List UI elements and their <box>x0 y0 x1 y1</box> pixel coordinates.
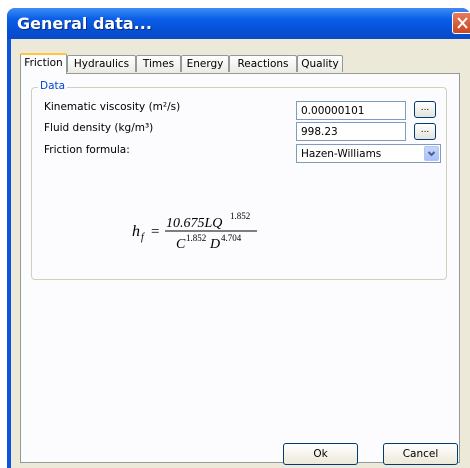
dialog-window: General data... Friction Hydraulics Time… <box>7 8 470 468</box>
data-group: Data Kinematic viscosity (m²/s) 0.000001… <box>31 80 447 280</box>
tab-hydraulics[interactable]: Hydraulics <box>67 55 136 72</box>
friction-formula-label: Friction formula: <box>44 144 130 156</box>
tab-quality[interactable]: Quality <box>297 55 343 72</box>
data-group-label: Data <box>38 80 68 92</box>
dropdown-arrow-button[interactable] <box>424 146 439 161</box>
friction-formula-select[interactable]: Hazen-Williams <box>296 144 441 163</box>
cancel-button[interactable]: Cancel <box>383 443 458 465</box>
formula-numerator-exponent: 1.852 <box>230 211 250 221</box>
tab-friction[interactable]: Friction <box>20 53 67 74</box>
tab-energy[interactable]: Energy <box>181 55 229 72</box>
formula-denominator-c-exponent: 1.852 <box>186 233 206 243</box>
friction-formula-value: Hazen-Williams <box>301 148 382 160</box>
fluid-density-browse-button[interactable]: ... <box>414 123 436 140</box>
kinematic-viscosity-browse-button[interactable]: ... <box>414 101 436 118</box>
formula-equals: = <box>151 224 159 240</box>
hazen-williams-formula: h f = 10.675LQ 1.852 C 1.852 D 4.704 <box>132 211 257 252</box>
kinematic-viscosity-label: Kinematic viscosity (m²/s) <box>44 101 181 113</box>
formula-numerator: 10.675LQ <box>166 216 222 231</box>
fluid-density-label: Fluid density (kg/m³) <box>44 122 154 134</box>
kinematic-viscosity-field[interactable]: 0.00000101 <box>296 101 406 120</box>
formula-denominator-d: D <box>209 237 220 252</box>
formula-denominator-c: C <box>176 237 186 252</box>
chevron-down-icon <box>427 151 436 157</box>
close-button[interactable] <box>452 12 470 34</box>
tab-reactions[interactable]: Reactions <box>229 55 297 72</box>
close-icon <box>457 17 468 29</box>
friction-panel: Data Kinematic viscosity (m²/s) 0.000001… <box>20 73 460 463</box>
tab-times[interactable]: Times <box>136 55 181 72</box>
window-title: General data... <box>17 14 152 33</box>
formula-lhs-sub: f <box>141 232 145 243</box>
ok-button[interactable]: Ok <box>283 443 358 465</box>
formula-lhs: h <box>132 223 140 240</box>
fluid-density-field[interactable]: 998.23 <box>296 122 406 141</box>
title-bar[interactable]: General data... <box>7 8 470 39</box>
formula-denominator-d-exponent: 4.704 <box>221 233 242 243</box>
dialog-client-area: Friction Hydraulics Times Energy Reactio… <box>11 39 470 468</box>
